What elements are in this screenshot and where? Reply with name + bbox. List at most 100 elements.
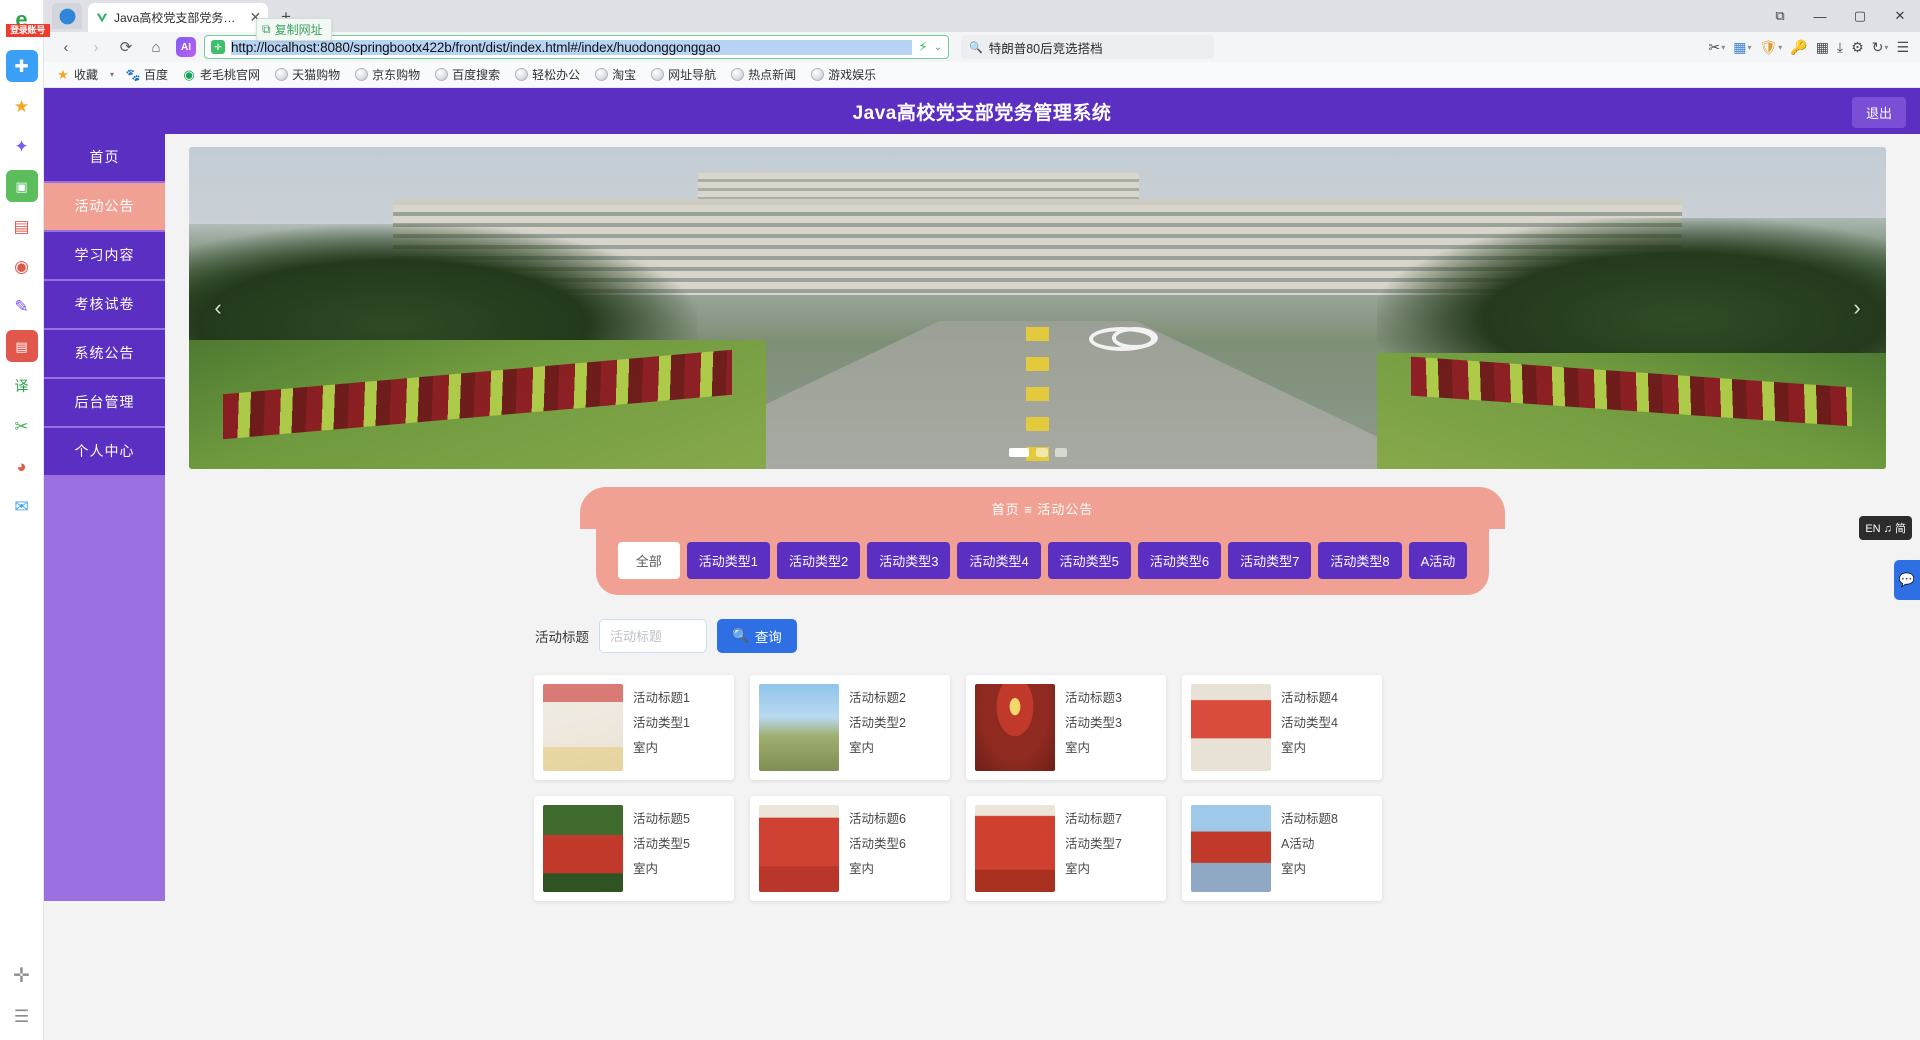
hero-carousel[interactable]: ‹ › (189, 147, 1886, 469)
grid-apps-icon[interactable]: ▦ (1813, 34, 1832, 60)
bookmark-item-games[interactable]: 游戏娱乐 (804, 64, 882, 85)
sidebar-item-study-content[interactable]: 学习内容 (44, 232, 165, 279)
activity-card[interactable]: 活动标题2 活动类型2 室内 (750, 675, 950, 780)
location-icon[interactable]: ◉ (6, 250, 38, 282)
edit-icon[interactable]: ✎ (6, 290, 38, 322)
download-icon[interactable]: ⤓ (1834, 34, 1846, 60)
pdf-icon[interactable]: ▤ (6, 210, 38, 242)
favorites-icon[interactable]: ★ (6, 90, 38, 122)
carousel-dot[interactable] (1035, 448, 1048, 457)
ai-button[interactable]: AI (176, 37, 196, 57)
activity-thumbnail (543, 684, 623, 771)
browser-logo-icon[interactable]: e 登录账号 (5, 4, 50, 37)
history-icon[interactable]: ↻ ▾ (1869, 34, 1892, 60)
browser-search-box[interactable]: 🔍 特朗普80后竞选搭档 (961, 35, 1214, 59)
carousel-dot[interactable] (1054, 448, 1067, 457)
tab-home-button[interactable] (52, 3, 82, 29)
activity-title: 活动标题3 (1065, 691, 1122, 705)
activity-place: 室内 (1065, 741, 1091, 755)
filter-type-7[interactable]: 活动类型7 (1228, 542, 1312, 579)
sidebar-item-exam-paper[interactable]: 考核试卷 (44, 281, 165, 328)
sidebar-item-system-notice[interactable]: 系统公告 (44, 330, 165, 377)
palette-icon[interactable]: ▦ ▾ (1730, 34, 1754, 60)
forward-button[interactable]: › (82, 34, 110, 60)
activity-card[interactable]: 活动标题8 A活动 室内 (1182, 796, 1382, 901)
activity-card[interactable]: 活动标题1 活动类型1 室内 (534, 675, 734, 780)
window-restore-icon[interactable]: ⧉ (1760, 0, 1800, 32)
activity-card[interactable]: 活动标题5 活动类型5 室内 (534, 796, 734, 901)
feedback-button[interactable]: 💬 (1894, 560, 1920, 600)
activity-card[interactable]: 活动标题4 活动类型4 室内 (1182, 675, 1382, 780)
add-icon[interactable]: ✛ (6, 960, 38, 992)
bookmark-item-favorites[interactable]: ★ 收藏 (50, 64, 104, 85)
chat-icon: 💬 (1898, 572, 1916, 587)
eye-icon[interactable]: ◕ (6, 450, 38, 482)
filter-type-6[interactable]: 活动类型6 (1137, 542, 1222, 579)
search-icon: 🔍 (969, 41, 983, 54)
search-input[interactable] (599, 619, 707, 653)
activity-card[interactable]: 活动标题3 活动类型3 室内 (966, 675, 1166, 780)
bookmark-label: 淘宝 (612, 68, 637, 82)
bookmark-item-office[interactable]: 轻松办公 (508, 64, 586, 85)
bookmark-item-tmall[interactable]: 天猫购物 (268, 64, 346, 85)
sidebar-item-activity-notice[interactable]: 活动公告 (44, 183, 165, 230)
list-icon[interactable]: ☰ (6, 1000, 38, 1032)
sidebar-item-admin[interactable]: 后台管理 (44, 379, 165, 426)
bookmark-item-baidu-search[interactable]: 百度搜索 (428, 64, 506, 85)
back-button[interactable]: ‹ (52, 34, 80, 60)
gear-icon[interactable]: ⚙ (1848, 34, 1867, 60)
chevron-down-icon[interactable]: ⌄ (934, 42, 942, 53)
bookmark-item-taobao[interactable]: 淘宝 (588, 64, 642, 85)
key-icon[interactable]: 🔑 (1787, 34, 1810, 60)
activity-card[interactable]: 活动标题7 活动类型7 室内 (966, 796, 1166, 901)
activity-card[interactable]: 活动标题6 活动类型6 室内 (750, 796, 950, 901)
filter-type-8[interactable]: 活动类型8 (1318, 542, 1402, 579)
add-panel-icon[interactable]: ✚ (5, 50, 38, 82)
filter-type-3[interactable]: 活动类型3 (867, 542, 951, 579)
home-button[interactable]: ⌂ (142, 34, 170, 60)
menu-icon[interactable]: ☰ (1893, 34, 1912, 60)
reload-button[interactable]: ⟳ (112, 34, 140, 60)
filter-type-4[interactable]: 活动类型4 (957, 542, 1041, 579)
search-label: 活动标题 (535, 630, 589, 645)
bookmark-item-baidu[interactable]: 🐾 百度 (120, 64, 174, 85)
filter-type-1[interactable]: 活动类型1 (686, 542, 770, 579)
language-switcher[interactable]: EN ♫ 简 (1859, 516, 1912, 540)
activity-title: 活动标题1 (633, 691, 690, 705)
carousel-next-button[interactable]: › (1844, 295, 1870, 321)
carousel-prev-button[interactable]: ‹ (205, 295, 231, 321)
image-icon[interactable]: ▣ (5, 170, 38, 202)
sidebar-item-home[interactable]: 首页 (44, 134, 165, 181)
breadcrumb: 首页 ≡ 活动公告 (580, 487, 1505, 529)
activity-place: 室内 (849, 862, 875, 876)
dock-login-badge[interactable]: 登录账号 (5, 24, 50, 37)
globe-icon (730, 68, 744, 82)
sidebar-item-profile[interactable]: 个人中心 (44, 428, 165, 475)
carousel-dot[interactable] (1008, 448, 1029, 457)
bookmark-item-laomaotao[interactable]: ◉ 老毛桃官网 (176, 64, 266, 85)
scissors-icon[interactable]: ✂ ▾ (1705, 34, 1728, 60)
chevron-down-icon[interactable]: ▾ (106, 70, 118, 79)
window-minimize-icon[interactable]: — (1800, 0, 1840, 32)
translate-icon[interactable]: 译 (6, 370, 38, 402)
window-maximize-icon[interactable]: ▢ (1840, 0, 1880, 32)
logout-button[interactable]: 退出 (1851, 97, 1906, 128)
carousel-gate-arch-2 (1112, 327, 1159, 350)
shield-icon[interactable]: 🛡 ▾ (1756, 34, 1785, 60)
window-close-icon[interactable]: ✕ (1880, 0, 1920, 32)
bookmark-item-news[interactable]: 热点新闻 (724, 64, 802, 85)
note-icon[interactable]: ▤ (5, 330, 38, 362)
scissors-icon[interactable]: ✂ (6, 410, 38, 442)
browser-tab[interactable]: Java高校党支部党务管理系统 ✕ (88, 3, 268, 32)
filter-type-2[interactable]: 活动类型2 (776, 542, 861, 579)
bookmark-item-nav[interactable]: 网址导航 (644, 64, 722, 85)
search-button[interactable]: 🔍 查询 (717, 619, 797, 653)
filter-type-5[interactable]: 活动类型5 (1047, 542, 1131, 579)
activity-meta: 活动标题7 活动类型7 室内 (1065, 805, 1122, 892)
lightning-icon[interactable]: ⚡ (918, 39, 927, 55)
filter-type-a[interactable]: A活动 (1408, 542, 1468, 579)
ai-assistant-icon[interactable]: ✦ (6, 130, 38, 162)
mail-icon[interactable]: ✉ (6, 490, 38, 522)
bookmark-item-jd[interactable]: 京东购物 (348, 64, 426, 85)
filter-all[interactable]: 全部 (617, 542, 680, 579)
